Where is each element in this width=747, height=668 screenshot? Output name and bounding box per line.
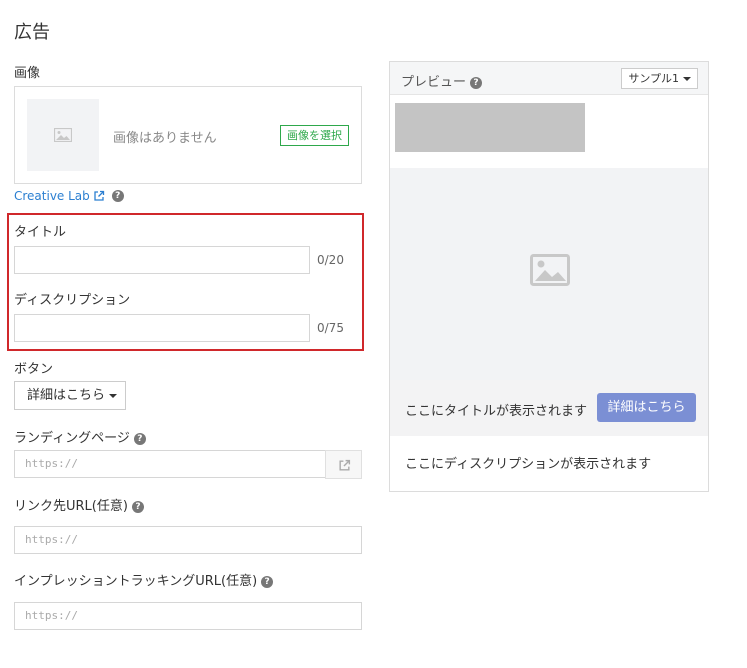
help-icon[interactable]: ? xyxy=(131,500,144,513)
landing-page-input[interactable]: https:// xyxy=(14,450,326,478)
preview-title-bar: ここにタイトルが表示されます 詳細はこちら xyxy=(390,380,708,436)
select-image-button[interactable]: 画像を選択 xyxy=(280,125,349,146)
description-counter: 0/75 xyxy=(317,321,344,335)
image-placeholder-icon xyxy=(530,254,570,286)
link-url-input[interactable]: https:// xyxy=(14,526,362,554)
caret-down-icon xyxy=(109,393,118,398)
landing-page-label-row: ランディングページ? xyxy=(14,427,146,446)
preview-description-placeholder: ここにディスクリプションが表示されます xyxy=(405,457,652,472)
creative-lab-link[interactable]: Creative Lab xyxy=(14,189,90,203)
image-label: 画像 xyxy=(14,66,41,81)
preview-title: プレビュー xyxy=(401,75,467,90)
image-box: 画像はありません 画像を選択 xyxy=(14,86,362,184)
title-input[interactable] xyxy=(14,246,310,274)
button-type-selected: 詳細はこちら xyxy=(27,388,106,403)
tracking-url-label-row: インプレッショントラッキングURL(任意)? xyxy=(14,570,274,589)
preview-panel: プレビュー? サンプル1 ここにタイトルが表示されます 詳細はこちら ここにディ… xyxy=(389,61,709,492)
open-landing-page-button[interactable] xyxy=(325,450,362,479)
help-icon[interactable]: ? xyxy=(111,190,124,202)
preview-header-image xyxy=(395,103,585,152)
description-label: ディスクリプション xyxy=(14,293,131,308)
creative-lab-row: Creative Lab ? xyxy=(14,189,124,203)
button-type-dropdown[interactable]: 詳細はこちら xyxy=(14,381,126,410)
image-placeholder-icon xyxy=(54,128,72,142)
link-url-label: リンク先URL(任意) xyxy=(14,499,128,514)
button-label: ボタン xyxy=(14,362,54,377)
external-link-icon[interactable] xyxy=(93,190,105,202)
preview-header: プレビュー? サンプル1 xyxy=(390,62,708,95)
image-thumbnail xyxy=(27,99,99,171)
title-label: タイトル xyxy=(14,225,67,240)
sample-selected: サンプル1 xyxy=(628,72,679,85)
help-icon[interactable]: ? xyxy=(133,432,146,445)
link-url-label-row: リンク先URL(任意)? xyxy=(14,495,144,514)
help-icon[interactable]: ? xyxy=(261,575,274,588)
preview-image-area xyxy=(390,168,708,380)
preview-title-row: プレビュー? xyxy=(401,71,483,90)
external-link-icon xyxy=(339,459,351,471)
preview-cta-button[interactable]: 詳細はこちら xyxy=(597,393,696,422)
sample-dropdown[interactable]: サンプル1 xyxy=(621,68,698,89)
caret-down-icon xyxy=(683,77,691,81)
title-counter: 0/20 xyxy=(317,253,344,267)
no-image-text: 画像はありません xyxy=(113,131,217,146)
landing-page-label: ランディングページ xyxy=(14,431,130,446)
preview-title-placeholder: ここにタイトルが表示されます xyxy=(405,404,588,419)
section-title: 広告 xyxy=(14,22,50,43)
tracking-url-input[interactable]: https:// xyxy=(14,602,362,630)
help-icon[interactable]: ? xyxy=(470,76,483,89)
description-input[interactable] xyxy=(14,314,310,342)
tracking-url-label: インプレッショントラッキングURL(任意) xyxy=(14,574,258,589)
